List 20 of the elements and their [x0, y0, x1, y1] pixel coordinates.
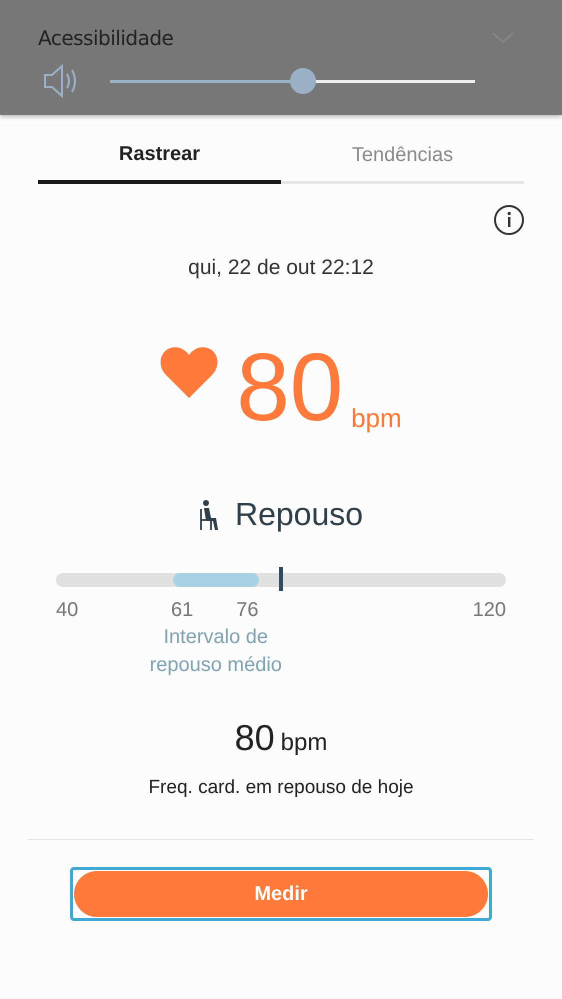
tab[interactable]: Rastrear — [38, 133, 281, 184]
scale-label: 40 — [56, 599, 78, 622]
activity-state: Repouso — [234, 496, 364, 533]
scale-label: 61 — [171, 599, 194, 622]
scale-label: 76 — [236, 599, 258, 622]
scale-label: 120 — [472, 599, 506, 622]
seated-person-icon — [198, 498, 219, 530]
resting-rate-unit: bpm — [280, 729, 328, 757]
heart-rate-value: 80 — [236, 340, 344, 436]
tab[interactable]: Tendências — [281, 133, 524, 184]
measure-button[interactable]: Medir — [70, 867, 492, 921]
panel-title: Acessibilidade — [38, 26, 174, 50]
volume-slider[interactable] — [110, 68, 475, 94]
resting-rate-caption: Freq. card. em repouso de hoje — [147, 777, 415, 799]
info-icon[interactable] — [493, 204, 525, 236]
heart-rate-unit: bpm — [351, 403, 402, 434]
resting-rate-value: 80 — [234, 717, 275, 759]
range-caption: Intervalo de repouso médio — [148, 625, 283, 678]
heart-icon — [160, 346, 218, 398]
measurement-date: qui, 22 de out 22:12 — [187, 256, 375, 280]
